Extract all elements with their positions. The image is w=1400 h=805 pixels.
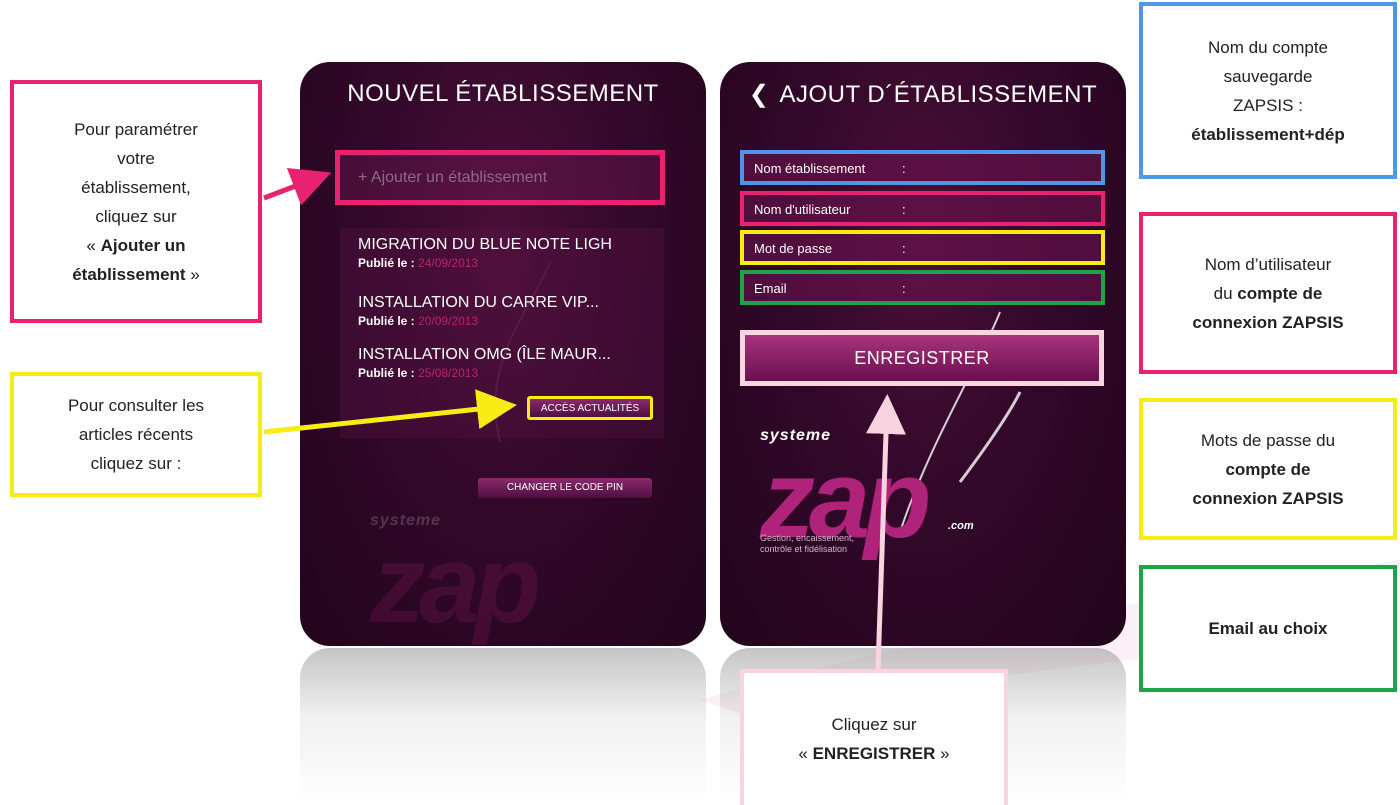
callout-text: « [86,235,101,255]
callout-text: articles récents [78,425,194,444]
callout-text: établissement » [72,260,200,289]
field-colon: : [902,281,906,296]
add-establishment-label: + Ajouter un établissement [358,169,548,186]
callout-text: Cliquez sur [831,715,917,734]
news-title: MIGRATION DU BLUE NOTE LIGH [358,236,612,253]
logo-com-text: .com [948,520,974,532]
callout-password: Mots de passe du compte de connexion ZAP… [1139,398,1397,540]
news-item[interactable]: INSTALLATION OMG (ÎLE MAUR... Publié le … [358,346,611,380]
callout-text: » [185,264,200,284]
callout-text: votre [117,148,155,168]
news-access-button[interactable]: ACCÈS ACTUALITÉS [527,396,653,420]
callout-text: connexion ZAPSIS [1192,308,1343,337]
callout-setup-establishment: Pour paramétrer votre établissement, cli… [10,80,262,323]
left-phone-logo: systeme zap [370,512,541,646]
field-colon: : [902,241,906,256]
field-label: Nom établissement [754,161,866,176]
callout-text: Nom d’utilisateur [1204,254,1332,274]
news-title: INSTALLATION OMG (ÎLE MAUR... [358,346,611,363]
news-item[interactable]: MIGRATION DU BLUE NOTE LIGH Publié le : … [358,236,612,270]
news-date-value: 20/09/2013 [418,314,479,328]
callout-bold: établissement+dép [1191,124,1345,144]
callout-text: connexion ZAPSIS [1192,484,1343,513]
field-label: Email [754,281,787,296]
news-date-label: Publié le : [358,366,415,380]
callout-text: ZAPSIS : [1233,95,1303,115]
news-date: Publié le : 20/09/2013 [358,314,599,328]
callout-bold: compte de [1237,283,1323,303]
news-date-label: Publié le : [358,314,415,328]
news-item[interactable]: INSTALLATION DU CARRE VIP... Publié le :… [358,294,599,328]
field-label: Nom d'utilisateur [754,202,851,217]
username-field[interactable]: Nom d'utilisateur : [740,191,1105,226]
callout-text: sauvegarde [1223,66,1313,86]
callout-bold: établissement [72,264,186,284]
password-field[interactable]: Mot de passe : [740,230,1105,265]
callout-text: du [1213,283,1238,303]
change-pin-button[interactable]: CHANGER LE CODE PIN [478,478,652,498]
callout-text: « Ajouter un [72,231,200,260]
callout-bold: connexion ZAPSIS [1192,312,1344,332]
callout-bold: compte de [1225,459,1311,479]
callout-text: établissement, [81,177,191,197]
callout-text: cliquez sur : [90,454,182,473]
callout-text: « ENREGISTRER » [798,739,949,768]
news-date-value: 24/09/2013 [418,256,479,270]
news-title: INSTALLATION DU CARRE VIP... [358,294,599,311]
email-field[interactable]: Email : [740,270,1105,305]
save-button[interactable]: ENREGISTRER [740,330,1104,386]
callout-save: Cliquez sur « ENREGISTRER » [740,669,1008,805]
field-label: Mot de passe [754,241,833,256]
callout-text: » [935,744,950,763]
establishment-name-field[interactable]: Nom établissement : [740,150,1105,185]
callout-text: compte de [1192,455,1343,484]
callout-account-name: Nom du compte sauvegarde ZAPSIS : établi… [1139,2,1397,179]
right-phone-logo: systeme zap Gestion, encaissement, contr… [760,427,931,555]
callout-text: établissement+dép [1191,120,1345,149]
callout-bold: Email au choix [1208,619,1328,638]
callout-text: Mots de passe du [1200,430,1336,450]
callout-username: Nom d’utilisateur du compte de connexion… [1139,212,1397,374]
news-date: Publié le : 24/09/2013 [358,256,612,270]
field-colon: : [902,202,906,217]
callout-news: Pour consulter les articles récents cliq… [10,372,262,497]
callout-email: Email au choix [1139,565,1397,692]
callout-text: cliquez sur [95,206,177,226]
callout-text: Nom du compte [1208,37,1328,57]
add-establishment-button[interactable]: + Ajouter un établissement [335,150,665,205]
field-colon: : [902,161,906,176]
callout-text: Pour paramétrer [74,119,198,139]
callout-bold: ENREGISTRER [812,744,936,763]
callout-bold: Ajouter un [100,235,186,255]
callout-text: « [798,744,813,763]
callout-text: du compte de [1192,279,1343,308]
callout-bold: connexion ZAPSIS [1192,488,1344,508]
callout-text: Pour consulter les [67,396,205,415]
logo-zap-text: zap [370,523,541,646]
news-date-value: 25/08/2013 [418,366,479,380]
left-phone-reflection [300,648,706,805]
news-date-label: Publié le : [358,256,415,270]
news-date: Publié le : 25/08/2013 [358,366,611,380]
callout-text: Email au choix [1208,614,1327,643]
